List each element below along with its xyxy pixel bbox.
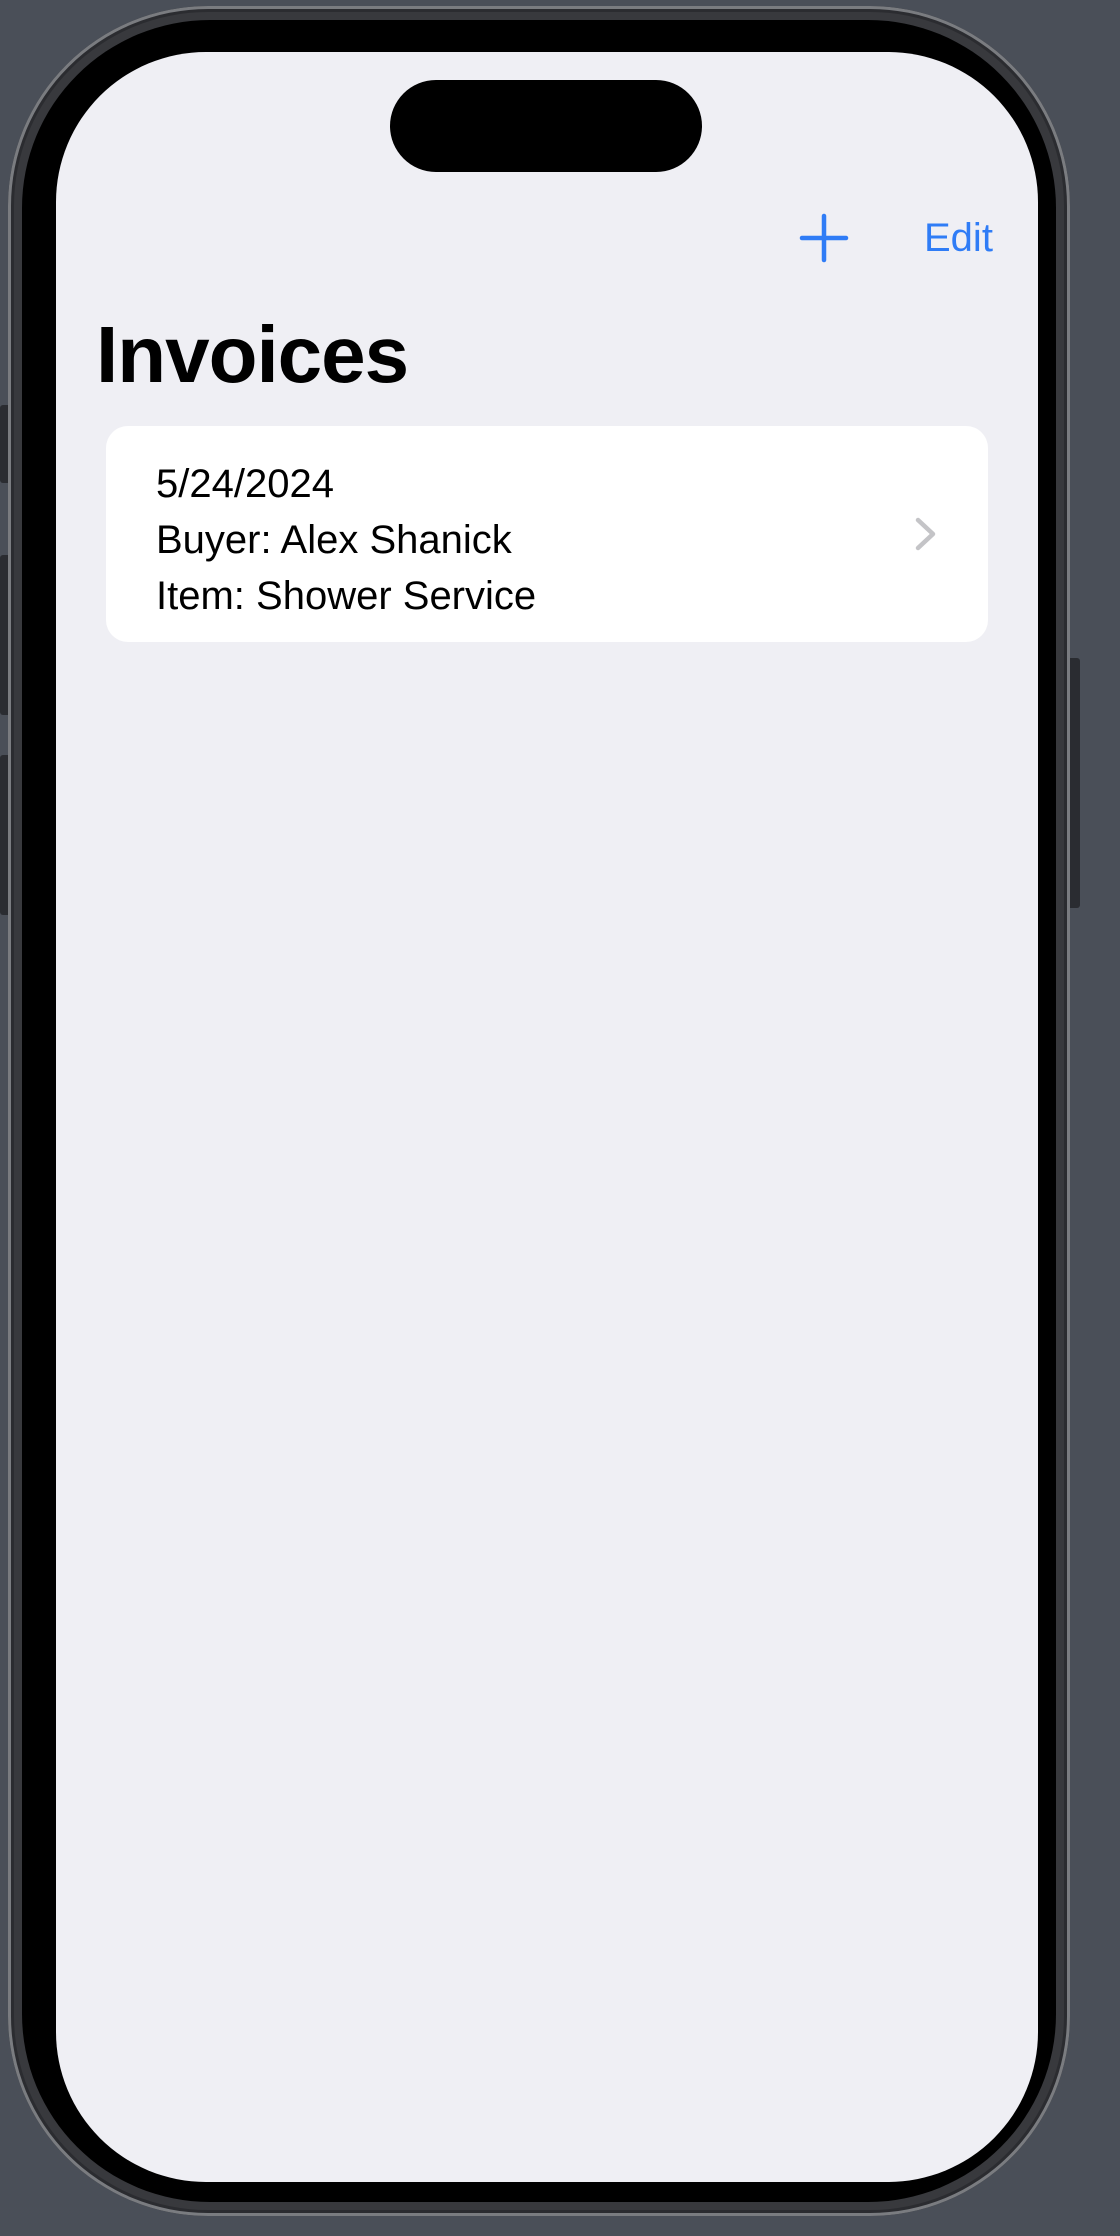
- invoice-buyer: Buyer: Alex Shanick: [156, 518, 512, 562]
- phone-frame: Edit Invoices 5/24/2024 Buyer: Alex Shan…: [8, 6, 1070, 2216]
- chevron-right-icon: [915, 517, 936, 551]
- invoice-row[interactable]: 5/24/2024 Buyer: Alex Shanick Item: Show…: [106, 426, 988, 642]
- invoice-list: 5/24/2024 Buyer: Alex Shanick Item: Show…: [106, 426, 988, 642]
- dynamic-island: [390, 80, 702, 172]
- edit-button[interactable]: Edit: [924, 216, 993, 260]
- add-invoice-button[interactable]: [798, 212, 850, 264]
- page-title: Invoices: [96, 310, 409, 399]
- app-screen: Edit Invoices 5/24/2024 Buyer: Alex Shan…: [56, 52, 1038, 2182]
- invoice-item: Item: Shower Service: [156, 574, 537, 618]
- invoice-date: 5/24/2024: [156, 462, 334, 506]
- plus-icon: [799, 213, 849, 263]
- invoice-details: 5/24/2024 Buyer: Alex Shanick Item: Show…: [156, 456, 536, 624]
